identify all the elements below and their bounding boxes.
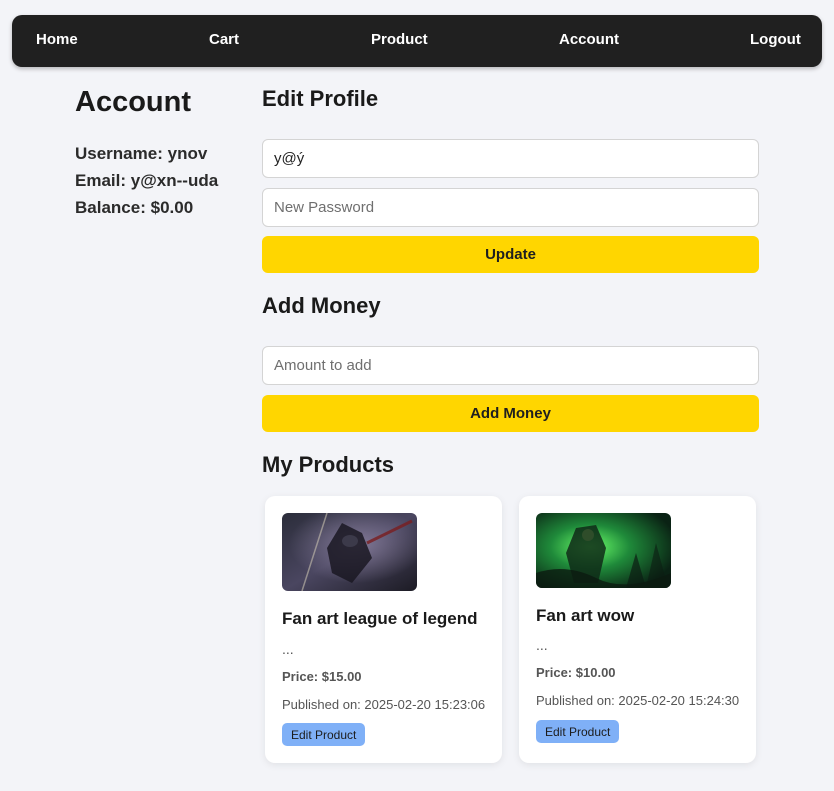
email-info: Email: y@xn--uda [75,171,218,191]
price-value: $15.00 [321,669,362,684]
product-description: ... [536,637,548,653]
wow-fan-art-image [536,513,671,588]
my-products-title: My Products [262,452,395,477]
username-info: Username: ynov [75,144,207,164]
edit-product-button[interactable]: Edit Product [282,723,366,746]
edit-product-button[interactable]: Edit Product [536,720,620,743]
product-card: Fan art league of legend ... Price: $15.… [265,496,502,763]
nav-product-link[interactable]: Product [371,15,428,67]
published-label: Published on: [282,697,361,712]
nav-home-link[interactable]: Home [36,15,78,67]
published-label: Published on: [536,693,615,708]
edit-profile-title: Edit Profile [262,86,379,111]
product-card: Fan art wow ... Price: $10.00 Published … [519,496,756,763]
product-price: Price: $10.00 [536,665,616,680]
email-value: y@xn--uda [130,171,219,190]
account-title: Account [75,86,191,118]
published-date: Published on: 2025-02-20 15:24:30 [536,693,739,708]
balance-value: $0.00 [150,198,194,217]
nav-account-link[interactable]: Account [559,15,619,67]
nav-logout-link[interactable]: Logout [750,15,801,67]
published-date: Published on: 2025-02-20 15:23:06 [282,697,485,712]
balance-label: Balance: [75,198,146,217]
nav-cart-link[interactable]: Cart [209,15,239,67]
product-description: ... [282,641,294,657]
username-value: ynov [167,144,208,163]
published-value: 2025-02-20 15:24:30 [618,693,740,708]
published-value: 2025-02-20 15:23:06 [364,697,486,712]
amount-field[interactable] [262,346,759,385]
product-name: Fan art wow [536,606,635,625]
product-price: Price: $15.00 [282,669,362,684]
email-field[interactable] [262,139,759,178]
product-name: Fan art league of legend [282,609,478,628]
update-button[interactable]: Update [262,236,759,273]
price-value: $10.00 [575,665,616,680]
price-label: Price: [536,665,573,680]
balance-info: Balance: $0.00 [75,198,193,218]
navbar: Home Cart Product Account Logout [12,15,822,67]
email-label: Email: [75,171,127,190]
add-money-button[interactable]: Add Money [262,395,759,432]
new-password-field[interactable] [262,188,759,227]
add-money-title: Add Money [262,293,381,318]
username-label: Username: [75,144,163,163]
league-fan-art-image [282,513,417,591]
price-label: Price: [282,669,319,684]
